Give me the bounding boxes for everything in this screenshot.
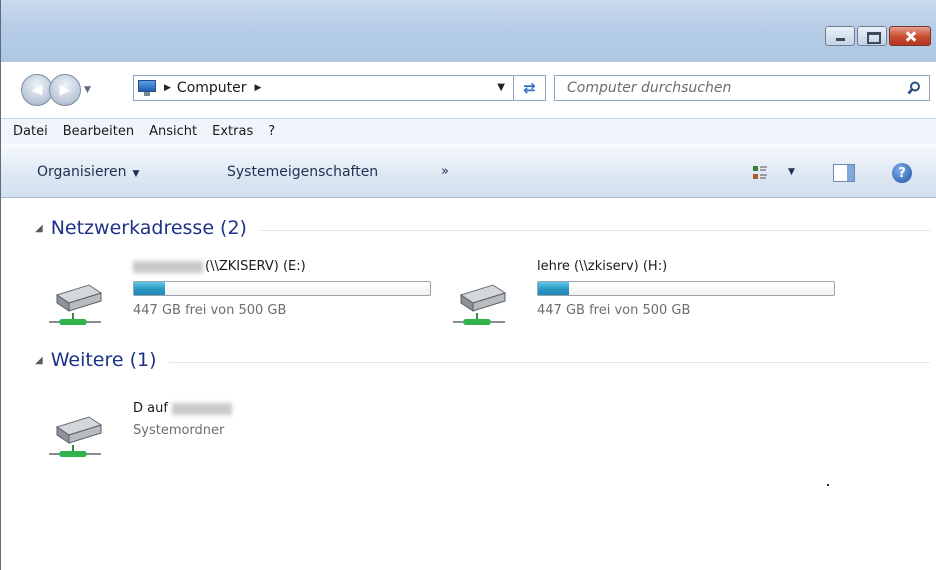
help-icon[interactable]: ? <box>892 163 912 183</box>
drive-name: D auf <box>133 401 234 416</box>
menu-extras[interactable]: Extras <box>212 124 253 139</box>
file-list: ◢ Netzwerkadresse (2) (\\ZKISERV) (E:) 4… <box>1 199 936 570</box>
group-header-network[interactable]: ◢ Netzwerkadresse (2) <box>35 217 930 239</box>
refresh-button[interactable]: ⇄ <box>513 76 545 100</box>
menu-datei[interactable]: Datei <box>13 124 48 139</box>
capacity-bar <box>537 281 835 296</box>
maximize-button[interactable] <box>857 26 887 46</box>
back-arrow-icon: ◀ <box>31 82 43 98</box>
redacted-text <box>171 402 232 415</box>
menu-bar: Datei Bearbeiten Ansicht Extras ? <box>1 118 936 144</box>
search-icon[interactable] <box>907 81 921 95</box>
explorer-window: ◀ ▶ ▼ ▶ Computer ▶ ▼ ⇄ Computer durchsuc… <box>0 0 936 570</box>
forward-button[interactable]: ▶ <box>49 74 81 106</box>
drive-tile-h[interactable]: lehre (\\zkiserv) (H:) 447 GB frei von 5… <box>453 259 853 329</box>
more-label: » <box>441 164 449 179</box>
address-bar[interactable]: ▶ Computer ▶ ▼ ⇄ <box>133 75 546 101</box>
forward-arrow-icon: ▶ <box>59 82 71 98</box>
drive-tile-d[interactable]: D auf Systemordner <box>49 401 449 465</box>
breadcrumb-computer[interactable]: Computer <box>177 80 247 96</box>
chevron-down-icon: ▼ <box>132 169 140 179</box>
breadcrumb-separator-icon[interactable]: ▶ <box>255 83 262 93</box>
refresh-icon: ⇄ <box>523 79 536 97</box>
collapse-triangle-icon[interactable]: ◢ <box>35 223 43 234</box>
redacted-text <box>133 260 203 273</box>
capacity-bar <box>133 281 431 296</box>
capacity-fill <box>538 282 570 295</box>
more-commands-button[interactable]: » <box>441 164 449 179</box>
close-button[interactable] <box>889 26 931 46</box>
network-drive-icon <box>49 284 103 325</box>
collapse-triangle-icon[interactable]: ◢ <box>35 355 43 366</box>
navigation-buttons: ◀ ▶ ▼ <box>21 74 91 106</box>
drive-tile-e[interactable]: (\\ZKISERV) (E:) 447 GB frei von 500 GB <box>49 259 449 329</box>
network-drive-icon <box>49 416 103 457</box>
recent-pages-dropdown[interactable]: ▼ <box>84 85 91 95</box>
group-title: Netzwerkadresse (2) <box>50 217 247 239</box>
change-view-icon[interactable] <box>753 165 767 181</box>
title-bar: ◀ ▶ ▼ <box>1 0 936 106</box>
address-history-dropdown[interactable]: ▼ <box>497 82 505 93</box>
system-properties-label: Systemeigenschaften <box>227 164 379 180</box>
search-placeholder: Computer durchsuchen <box>567 80 732 96</box>
drive-free-space: 447 GB frei von 500 GB <box>133 303 287 318</box>
breadcrumb-separator-icon[interactable]: ▶ <box>164 83 171 93</box>
stray-pixel <box>827 484 829 486</box>
search-input[interactable]: Computer durchsuchen <box>554 75 930 101</box>
command-bar: Organisieren ▼ Systemeigenschaften » ▼ ? <box>1 144 936 198</box>
menu-ansicht[interactable]: Ansicht <box>149 124 197 139</box>
group-divider <box>258 229 930 231</box>
view-options-dropdown[interactable]: ▼ <box>788 167 795 177</box>
drive-name: lehre (\\zkiserv) (H:) <box>537 259 668 274</box>
menu-bearbeiten[interactable]: Bearbeiten <box>63 124 134 139</box>
organize-label: Organisieren <box>37 164 127 180</box>
minimize-button[interactable] <box>825 26 855 46</box>
drive-type: Systemordner <box>133 423 225 438</box>
system-properties-button[interactable]: Systemeigenschaften <box>227 164 378 180</box>
computer-icon <box>138 80 156 96</box>
capacity-fill <box>134 282 166 295</box>
network-drive-icon <box>453 284 507 325</box>
organize-button[interactable]: Organisieren ▼ <box>37 164 139 180</box>
caption-buttons <box>825 26 931 46</box>
drive-name: (\\ZKISERV) (E:) <box>133 259 306 274</box>
group-divider <box>168 361 930 363</box>
menu-help[interactable]: ? <box>268 124 275 139</box>
preview-pane-icon[interactable] <box>833 164 855 182</box>
group-title: Weitere (1) <box>50 349 157 371</box>
group-header-other[interactable]: ◢ Weitere (1) <box>35 349 930 371</box>
drive-free-space: 447 GB frei von 500 GB <box>537 303 691 318</box>
